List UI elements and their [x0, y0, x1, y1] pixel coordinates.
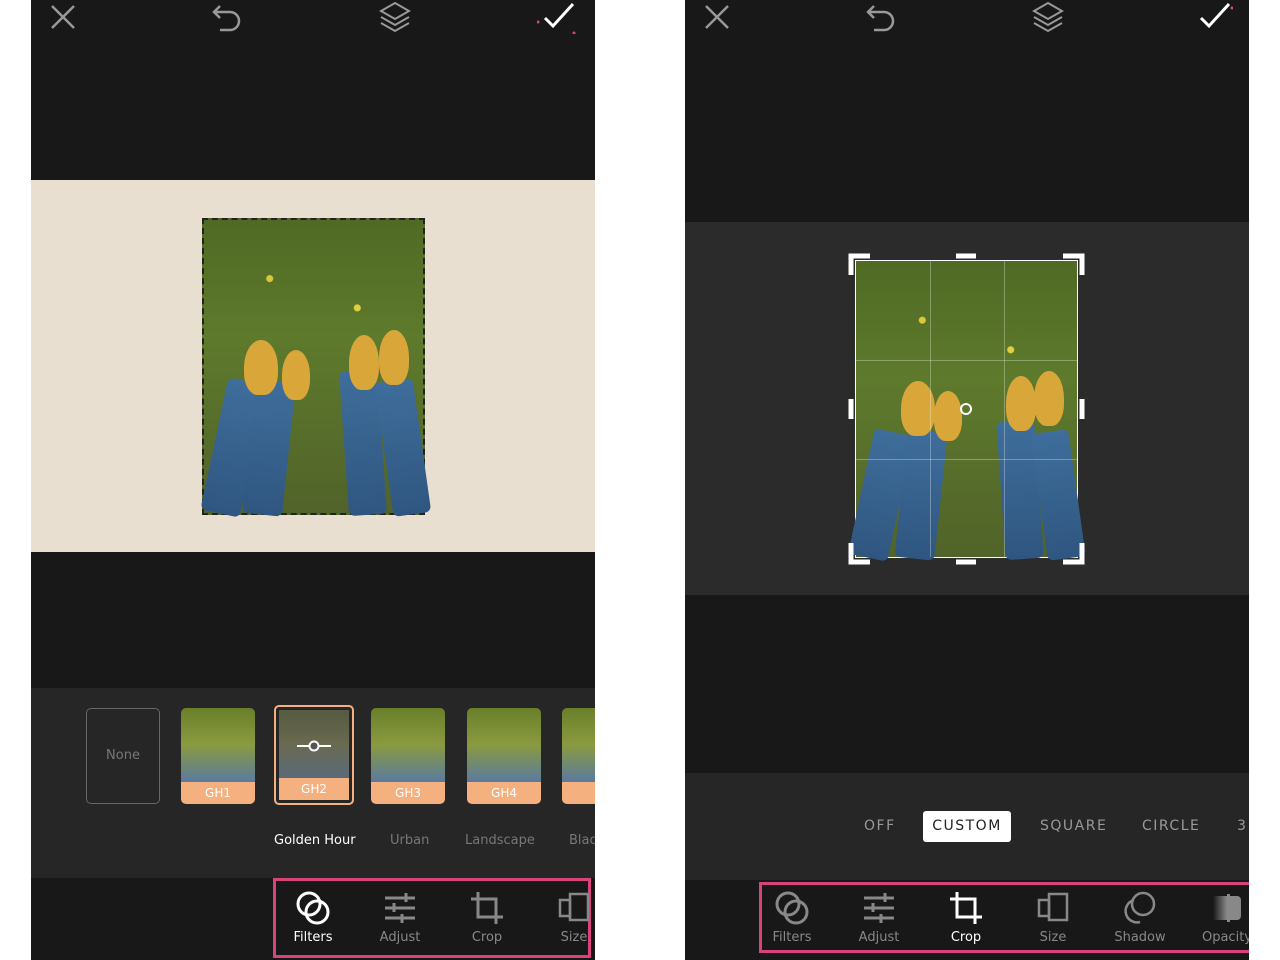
crop-option-square[interactable]: SQUARE: [1040, 811, 1107, 842]
filters-icon: [296, 891, 330, 925]
toolbar-highlight: [759, 882, 1249, 953]
filter-thumb-gh2[interactable]: GH2: [274, 705, 354, 805]
filters-screen: None GH1 GH2 GH3 GH4 G Golden Hour Urban…: [31, 0, 595, 960]
tool-crop[interactable]: Crop: [931, 890, 1001, 945]
filter-thumb-gh1[interactable]: GH1: [181, 708, 255, 804]
tool-size[interactable]: Size: [1018, 890, 1088, 945]
crop-option-circle[interactable]: CIRCLE: [1142, 811, 1200, 842]
filter-none[interactable]: None: [86, 708, 160, 804]
crop-screen: OFF CUSTOM SQUARE CIRCLE 3: Filters Adju…: [685, 0, 1249, 960]
crop-option-off[interactable]: OFF: [864, 811, 896, 842]
size-icon: [558, 892, 590, 922]
filter-thumb-gh4[interactable]: GH4: [467, 708, 541, 804]
tool-filters[interactable]: Filters: [278, 890, 348, 945]
tool-crop[interactable]: Crop: [452, 890, 522, 945]
check-icon[interactable]: [1193, 0, 1233, 34]
shadow-icon: [1124, 891, 1156, 924]
close-icon[interactable]: [697, 0, 737, 34]
layers-icon[interactable]: [375, 0, 415, 34]
check-icon[interactable]: [537, 0, 577, 34]
filter-thumb-g5[interactable]: G: [562, 708, 595, 804]
tool-opacity[interactable]: Opacity: [1192, 890, 1249, 945]
tool-size[interactable]: Size: [539, 890, 595, 945]
opacity-icon: [1213, 894, 1241, 922]
adjust-intensity-icon[interactable]: [297, 740, 331, 752]
crop-icon: [471, 892, 503, 924]
tool-filters[interactable]: Filters: [757, 890, 827, 945]
category-black[interactable]: Blac: [569, 833, 595, 848]
category-urban[interactable]: Urban: [390, 833, 429, 848]
crop-option-custom[interactable]: CUSTOM: [923, 811, 1011, 842]
tool-shadow[interactable]: Shadow: [1105, 890, 1175, 945]
crop-icon: [950, 892, 982, 924]
undo-icon[interactable]: [207, 0, 247, 34]
category-golden-hour[interactable]: Golden Hour: [274, 833, 356, 848]
photo-layer[interactable]: [200, 218, 432, 518]
filter-thumb-gh3[interactable]: GH3: [371, 708, 445, 804]
undo-icon[interactable]: [861, 0, 901, 34]
sliders-icon: [864, 893, 894, 923]
category-landscape[interactable]: Landscape: [465, 833, 535, 848]
crop-option-ratio[interactable]: 3:: [1237, 811, 1249, 842]
close-icon[interactable]: [43, 0, 83, 34]
tool-adjust[interactable]: Adjust: [365, 890, 435, 945]
layers-icon[interactable]: [1028, 0, 1068, 34]
filters-icon: [775, 891, 809, 925]
size-icon: [1037, 892, 1069, 922]
sliders-icon: [385, 893, 415, 923]
crop-handles[interactable]: [848, 253, 1085, 565]
tool-adjust[interactable]: Adjust: [844, 890, 914, 945]
